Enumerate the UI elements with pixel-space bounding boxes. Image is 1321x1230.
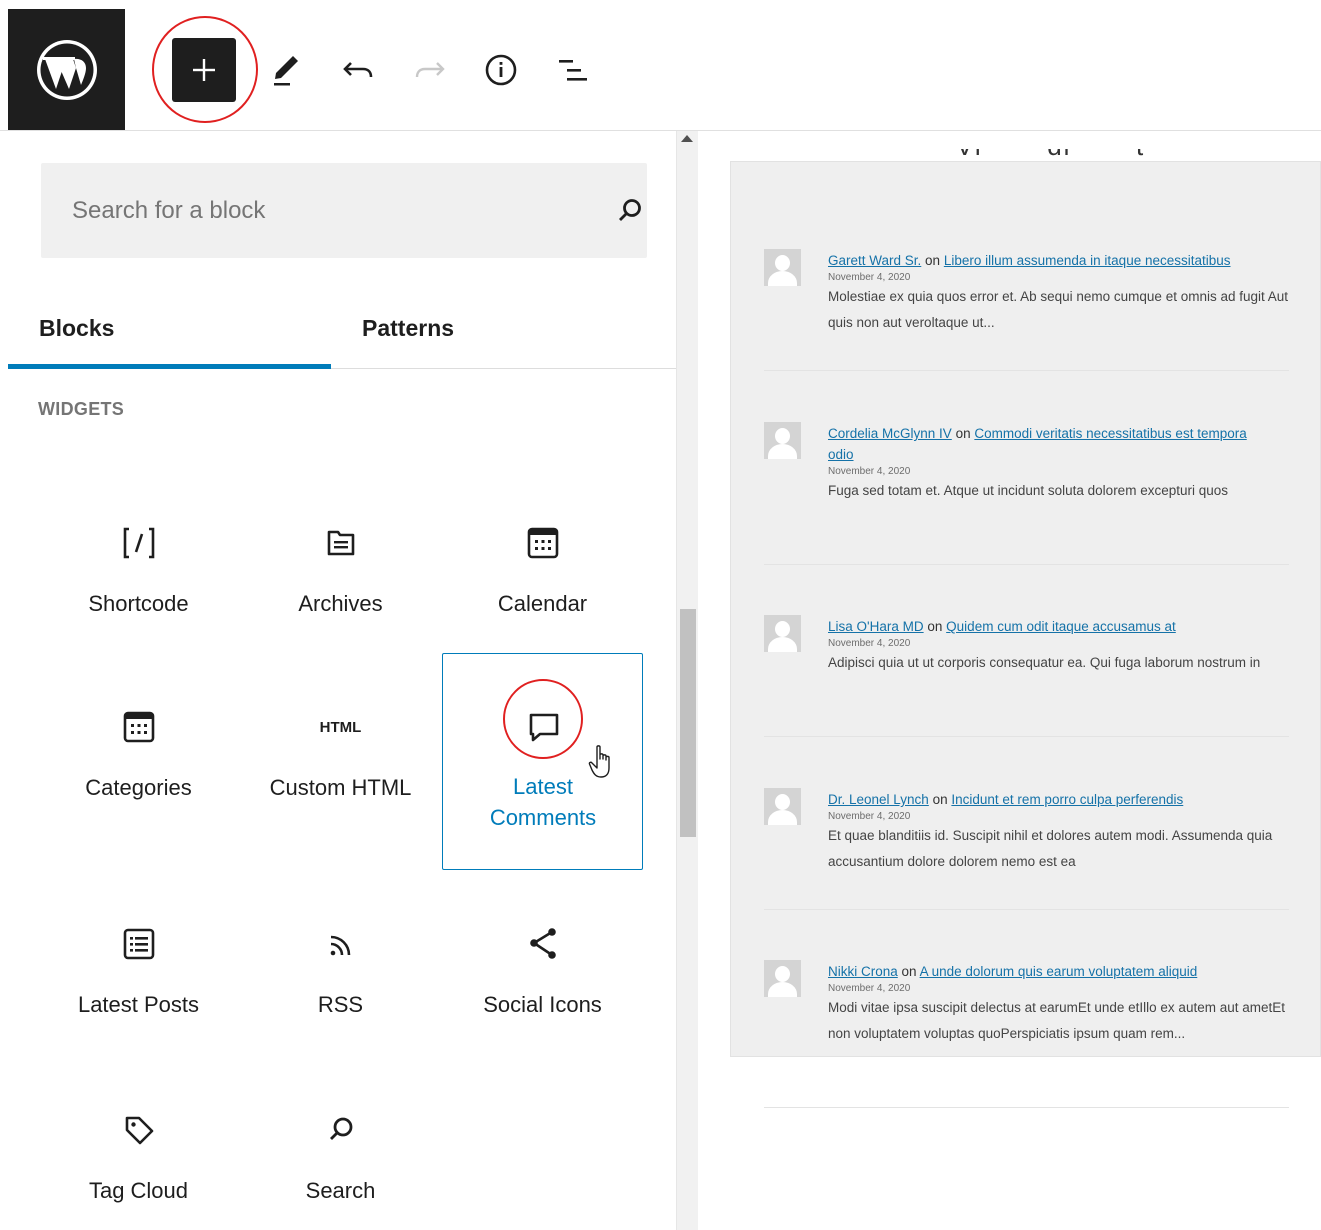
- comment-meta: Garett Ward Sr. on Libero illum assumend…: [828, 253, 1231, 268]
- comment-date: November 4, 2020: [828, 638, 911, 649]
- comment-excerpt: Et quae blanditiis id. Suscipit nihil et…: [828, 828, 1273, 869]
- comment-item: Garett Ward Sr. on Libero illum assumend…: [764, 249, 1289, 389]
- tag-icon: [38, 1105, 239, 1155]
- redo-button[interactable]: [398, 38, 462, 102]
- tab-blocks[interactable]: Blocks: [39, 287, 114, 369]
- category-title: WIDGETS: [38, 399, 125, 419]
- comment-post-link[interactable]: A unde dolorum quis earum voluptatem ali…: [920, 964, 1198, 979]
- wordpress-icon: [36, 39, 97, 100]
- block-label: Social Icons: [483, 992, 602, 1017]
- comment-divider: [764, 736, 1289, 737]
- comment-author-link[interactable]: Lisa O'Hara MD: [828, 619, 924, 634]
- comment-excerpt: Fuga sed totam et. Atque ut incidunt sol…: [828, 483, 1228, 498]
- comment-post-link[interactable]: Quidem cum odit itaque accusamus at: [946, 619, 1176, 634]
- redo-icon: [415, 62, 445, 78]
- comment-post-link[interactable]: Libero illum assumenda in itaque necessi…: [944, 253, 1231, 268]
- info-icon: [485, 54, 517, 86]
- editor-toolbar: [0, 0, 1321, 131]
- categories-icon: [38, 702, 239, 752]
- comment-date: November 4, 2020: [828, 811, 911, 822]
- comment-meta: Dr. Leonel Lynch on Incidunt et rem porr…: [828, 792, 1184, 807]
- block-tag-cloud[interactable]: Tag Cloud: [38, 1057, 239, 1230]
- block-rss[interactable]: RSS: [240, 871, 441, 1087]
- pencil-icon: [274, 56, 298, 86]
- comment-date: November 4, 2020: [828, 466, 911, 477]
- block-label: Search: [305, 1178, 376, 1203]
- active-tab-indicator: [8, 364, 331, 369]
- comment-meta: Cordelia McGlynn IV on Commodi veritatis…: [828, 426, 1247, 462]
- comment-excerpt: Molestiae ex quia quos error et. Ab sequ…: [828, 289, 1289, 330]
- block-label: RSS: [317, 992, 364, 1017]
- html-icon: HTML: [319, 718, 362, 736]
- details-button[interactable]: [469, 38, 533, 102]
- comment-excerpt: Modi vitae ipsa suscipit delectus at ear…: [828, 1000, 1285, 1041]
- rss-icon: [240, 919, 441, 969]
- plus-icon: [193, 59, 215, 81]
- block-label: Latest Posts: [77, 992, 200, 1017]
- comment-meta: Nikki Crona on A unde dolorum quis earum…: [828, 964, 1198, 979]
- tools-button[interactable]: [253, 38, 317, 102]
- block-label: Calendar: [497, 591, 588, 616]
- comment-divider: [764, 564, 1289, 565]
- block-latest-comments[interactable]: Latest Comments: [442, 653, 643, 870]
- undo-icon: [343, 62, 373, 78]
- block-custom-html[interactable]: HTML Custom HTML: [240, 654, 441, 870]
- block-label: Archives: [298, 591, 383, 616]
- comment-excerpt: Adipisci quia ut ut corporis consequatur…: [828, 655, 1261, 670]
- avatar: [764, 788, 801, 825]
- editor-canvas: Vi di t Garett Ward Sr. on Libero illum …: [698, 131, 1321, 1230]
- shortcode-icon: [38, 518, 239, 568]
- avatar: [764, 422, 801, 459]
- comment-date: November 4, 2020: [828, 272, 911, 283]
- comment-divider: [764, 370, 1289, 371]
- block-inserter-panel: Blocks Patterns WIDGETS Shortcode Archiv…: [8, 131, 676, 1230]
- block-search: [41, 163, 647, 258]
- calendar-icon: [442, 518, 643, 568]
- tab-patterns[interactable]: Patterns: [362, 287, 454, 369]
- share-icon: [442, 919, 643, 969]
- block-social-icons[interactable]: Social Icons: [442, 871, 643, 1087]
- post-list-icon: [38, 919, 239, 969]
- comment-post-link[interactable]: Incidunt et rem porro culpa perferendis: [951, 792, 1183, 807]
- comment-meta: Lisa O'Hara MD on Quidem cum odit itaque…: [828, 619, 1176, 634]
- wordpress-logo[interactable]: [8, 9, 125, 130]
- search-icon[interactable]: [615, 196, 645, 226]
- avatar: [764, 960, 801, 997]
- latest-comments-preview[interactable]: Garett Ward Sr. on Libero illum assumend…: [730, 161, 1321, 1108]
- avatar: [764, 615, 801, 652]
- block-label: Categories: [85, 775, 192, 800]
- comment-author-link[interactable]: Garett Ward Sr.: [828, 253, 921, 268]
- list-view-button[interactable]: [541, 38, 605, 102]
- comment-author-link[interactable]: Nikki Crona: [828, 964, 898, 979]
- comment-divider: [764, 909, 1289, 910]
- comment-author-link[interactable]: Dr. Leonel Lynch: [828, 792, 929, 807]
- undo-button[interactable]: [326, 38, 390, 102]
- search-icon: [240, 1105, 441, 1155]
- block-search-input[interactable]: [41, 163, 581, 258]
- block-inserter-button[interactable]: [172, 38, 236, 102]
- comment-author-link[interactable]: Cordelia McGlynn IV: [828, 426, 952, 441]
- block-label: Latest Comments: [489, 774, 597, 830]
- block-label: Custom HTML: [269, 775, 412, 800]
- block-label: Tag Cloud: [88, 1178, 189, 1203]
- inserter-scrollbar[interactable]: [676, 131, 698, 1230]
- inserter-tabs: Blocks Patterns: [8, 287, 676, 369]
- scrollbar-thumb[interactable]: [680, 609, 696, 837]
- archive-icon: [240, 518, 441, 568]
- block-categories[interactable]: Categories: [38, 654, 239, 870]
- block-search[interactable]: Search: [240, 1057, 441, 1230]
- list-view-icon: [559, 60, 587, 81]
- comment-date: November 4, 2020: [828, 983, 911, 994]
- block-label: Shortcode: [88, 591, 189, 616]
- avatar: [764, 249, 801, 286]
- comment-divider: [764, 1107, 1289, 1108]
- scroll-up-arrow-icon[interactable]: [681, 135, 693, 142]
- block-latest-posts[interactable]: Latest Posts: [38, 871, 239, 1087]
